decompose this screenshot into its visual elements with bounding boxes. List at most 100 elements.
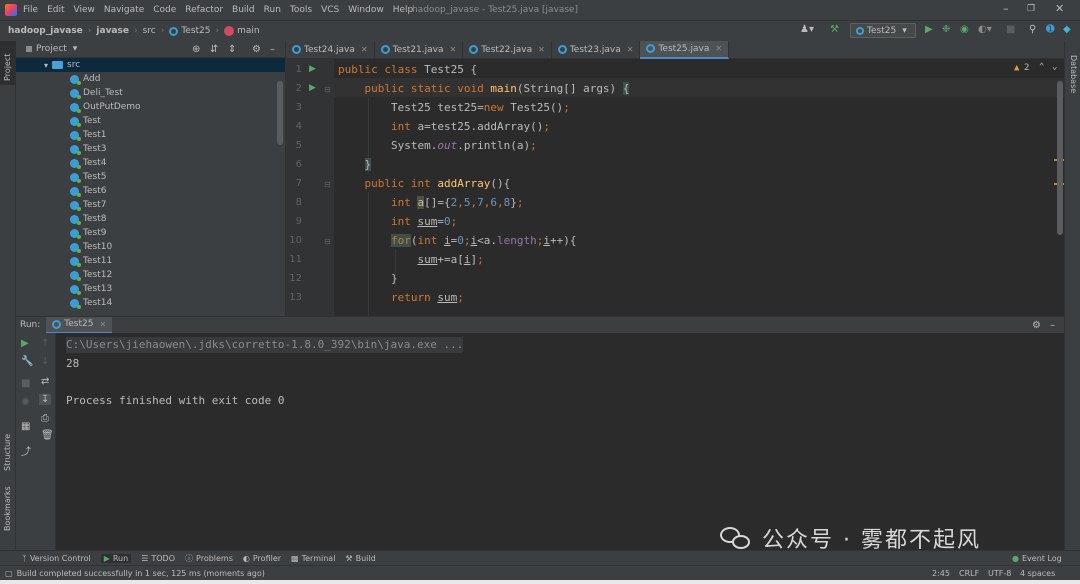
ide-logo-icon[interactable]: ◆ bbox=[1063, 24, 1071, 35]
build-hammer-icon[interactable]: ⚒ bbox=[830, 24, 839, 35]
tab-test22[interactable]: Test22.java ✕ bbox=[463, 40, 552, 59]
expand-all-icon[interactable]: ⇵ bbox=[210, 44, 218, 55]
project-tool-button[interactable]: Project bbox=[3, 54, 12, 81]
menu-code[interactable]: Code bbox=[153, 5, 176, 15]
todo-tool[interactable]: ☰ TODO bbox=[141, 554, 175, 563]
tab-test23[interactable]: Test23.java ✕ bbox=[552, 40, 641, 59]
close-window-icon[interactable]: ✕ bbox=[1055, 2, 1064, 15]
run-icon[interactable]: ▶ bbox=[925, 24, 933, 35]
gear-icon[interactable]: ⚙ bbox=[252, 44, 261, 55]
layout-icon[interactable]: ▦ bbox=[21, 421, 30, 432]
user-icon[interactable]: ♟▾ bbox=[800, 24, 814, 35]
breadcrumb-class[interactable]: Test25 bbox=[181, 26, 210, 36]
breadcrumb-project[interactable]: hadoop_javase bbox=[8, 26, 83, 36]
print-icon[interactable]: ⎙ bbox=[41, 413, 49, 424]
run-configuration-select[interactable]: Test25 ▾ bbox=[850, 23, 916, 38]
stop-icon[interactable]: ■ bbox=[21, 378, 30, 389]
breadcrumb-method[interactable]: main bbox=[237, 26, 260, 36]
search-icon[interactable]: ⚲ bbox=[1029, 24, 1036, 35]
rerun-icon[interactable]: ▶ bbox=[21, 338, 29, 349]
hide-icon[interactable]: – bbox=[1050, 320, 1055, 331]
tree-item-class[interactable]: Test11 bbox=[16, 254, 285, 268]
bookmarks-tool-button[interactable]: Bookmarks bbox=[3, 486, 12, 531]
editor-scrollbar[interactable] bbox=[1057, 81, 1063, 235]
menu-file[interactable]: File bbox=[23, 5, 38, 15]
file-encoding[interactable]: UTF-8 bbox=[988, 569, 1011, 578]
tree-folder-src[interactable]: ▾ src bbox=[16, 58, 285, 72]
version-control-tool[interactable]: ᛉ Version Control bbox=[22, 554, 91, 563]
trash-icon[interactable]: 🗑 bbox=[41, 430, 54, 441]
tree-item-class[interactable]: Test8 bbox=[16, 212, 285, 226]
indent-setting[interactable]: 4 spaces bbox=[1020, 569, 1055, 578]
menu-view[interactable]: View bbox=[74, 5, 95, 15]
event-log-tool[interactable]: ● Event Log bbox=[1012, 554, 1062, 563]
status-message[interactable]: Build completed successfully in 1 sec, 1… bbox=[17, 569, 265, 578]
menu-build[interactable]: Build bbox=[232, 5, 255, 15]
menu-help[interactable]: Help bbox=[393, 5, 414, 15]
pin-icon[interactable]: ⤴ bbox=[21, 443, 31, 458]
menu-run[interactable]: Run bbox=[264, 5, 281, 15]
menu-vcs[interactable]: VCS bbox=[321, 5, 339, 15]
scroll-to-end-icon[interactable]: ↧ bbox=[39, 394, 52, 405]
breadcrumb-module[interactable]: javase bbox=[96, 26, 129, 36]
tab-test24[interactable]: Test24.java ✕ bbox=[286, 40, 375, 59]
chevron-down-icon[interactable]: ▾ bbox=[73, 44, 78, 54]
terminal-tool[interactable]: ▩ Terminal bbox=[291, 554, 335, 563]
tree-item-class[interactable]: Test9 bbox=[16, 226, 285, 240]
arrow-up-icon[interactable]: ↑ bbox=[41, 338, 49, 349]
tab-test25[interactable]: Test25.java ✕ bbox=[640, 40, 730, 59]
chevron-down-icon[interactable]: ⌄ bbox=[1052, 62, 1057, 72]
close-icon[interactable]: ✕ bbox=[715, 44, 722, 53]
wrench-icon[interactable]: 🔧 bbox=[21, 356, 33, 367]
database-tool-button[interactable]: Database bbox=[1069, 55, 1078, 93]
tree-item-class[interactable]: Test3 bbox=[16, 142, 285, 156]
fold-icon[interactable]: ⊟ bbox=[324, 180, 331, 189]
minimize-icon[interactable]: – bbox=[1003, 2, 1009, 15]
restore-icon[interactable]: ❐ bbox=[1027, 4, 1035, 14]
tree-item-class[interactable]: Test1 bbox=[16, 128, 285, 142]
close-icon[interactable]: ✕ bbox=[361, 45, 368, 54]
menu-refactor[interactable]: Refactor bbox=[185, 5, 223, 15]
chevron-up-icon[interactable]: ⌃ bbox=[1039, 62, 1044, 72]
update-icon[interactable]: ➊ bbox=[1046, 24, 1054, 35]
line-separator[interactable]: CRLF bbox=[959, 569, 979, 578]
hide-icon[interactable]: – bbox=[270, 44, 275, 55]
close-icon[interactable]: ✕ bbox=[538, 45, 545, 54]
profiler-tool[interactable]: ◐ Profiler bbox=[243, 554, 281, 563]
project-view-select[interactable]: Project bbox=[36, 44, 67, 54]
fold-icon[interactable]: ⊟ bbox=[324, 85, 331, 94]
structure-tool-button[interactable]: Structure bbox=[3, 434, 12, 471]
collapse-all-icon[interactable]: ⇕ bbox=[228, 44, 236, 55]
run-gutter-icon[interactable]: ▶ bbox=[309, 83, 316, 93]
fold-icon[interactable]: ⊟ bbox=[324, 237, 331, 246]
stop-icon[interactable]: ■ bbox=[1006, 24, 1015, 35]
profile-icon[interactable]: ◐▾ bbox=[978, 24, 992, 35]
menu-window[interactable]: Window bbox=[348, 5, 384, 15]
console-output[interactable]: C:\Users\jiehaowen\.jdks\corretto-1.8.0_… bbox=[56, 333, 1064, 550]
tree-item-class[interactable]: Test10 bbox=[16, 240, 285, 254]
tree-item-class[interactable]: Test14 bbox=[16, 296, 285, 310]
camera-icon[interactable]: ◉ bbox=[21, 396, 30, 407]
gear-icon[interactable]: ⚙ bbox=[1032, 320, 1041, 331]
run-tool[interactable]: ▶ Run bbox=[100, 553, 132, 563]
caret-position[interactable]: 2:45 bbox=[932, 569, 950, 578]
warning-count[interactable]: 2 bbox=[1024, 63, 1029, 73]
tree-item-class[interactable]: Test12 bbox=[16, 268, 285, 282]
tree-item-class[interactable]: Test6 bbox=[16, 184, 285, 198]
code-editor[interactable]: public class Test25 { public static void… bbox=[334, 59, 1064, 316]
debug-icon[interactable]: ❉ bbox=[942, 24, 950, 35]
close-icon[interactable]: ✕ bbox=[627, 45, 634, 54]
tree-item-class[interactable]: Test4 bbox=[16, 156, 285, 170]
problems-tool[interactable]: ⓘ Problems bbox=[185, 553, 233, 564]
tree-item-class[interactable]: Test7 bbox=[16, 198, 285, 212]
tab-test21[interactable]: Test21.java ✕ bbox=[375, 40, 464, 59]
menu-navigate[interactable]: Navigate bbox=[104, 5, 144, 15]
tree-item-class[interactable]: Test13 bbox=[16, 282, 285, 296]
breadcrumb-src[interactable]: src bbox=[143, 26, 156, 36]
tree-item-class[interactable]: Add bbox=[16, 72, 285, 86]
tree-item-class[interactable]: Deli_Test bbox=[16, 86, 285, 100]
close-icon[interactable]: ✕ bbox=[99, 320, 106, 329]
warning-icon[interactable]: ▲ bbox=[1014, 63, 1019, 73]
arrow-down-icon[interactable]: ↓ bbox=[41, 356, 49, 367]
soft-wrap-icon[interactable]: ⇄ bbox=[41, 376, 49, 387]
